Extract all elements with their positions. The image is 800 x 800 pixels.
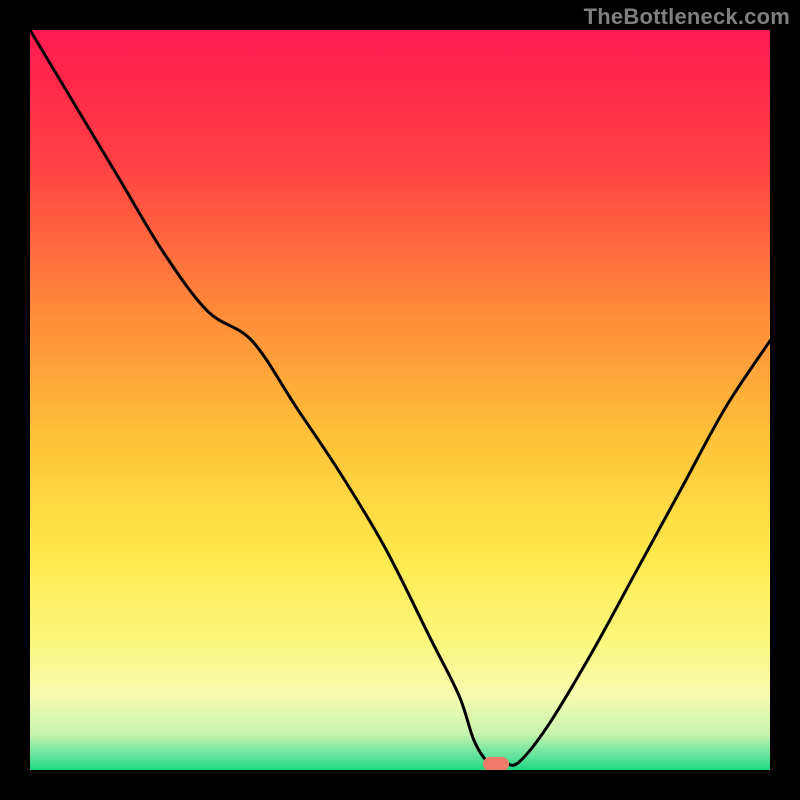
watermark-text: TheBottleneck.com [584,4,790,30]
bottleneck-curve [30,30,770,770]
plot-area [30,30,770,770]
optimal-point-marker [483,757,509,770]
chart-frame: TheBottleneck.com [0,0,800,800]
